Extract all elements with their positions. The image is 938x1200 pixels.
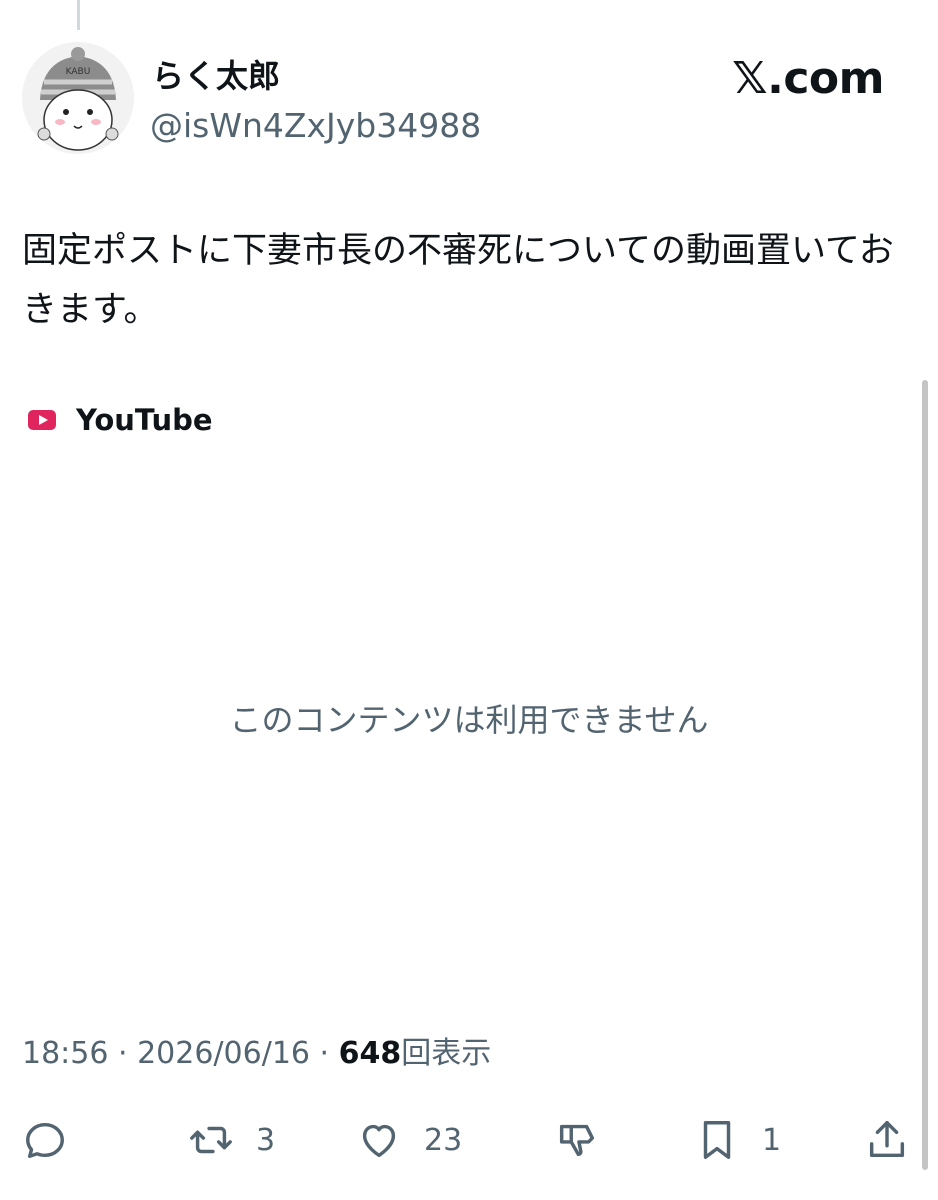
post-time[interactable]: 18:56 (22, 1036, 108, 1071)
reply-icon (26, 1122, 64, 1159)
repost-count: 3 (256, 1122, 276, 1158)
author-handle[interactable]: @isWn4ZxJyb34988 (150, 106, 481, 146)
reply-button[interactable] (22, 1112, 68, 1168)
post-date[interactable]: 2026/06/16 (137, 1036, 310, 1071)
downvote-icon (559, 1124, 595, 1157)
meta-separator: · (310, 1036, 339, 1071)
svg-text:KABU: KABU (66, 67, 91, 77)
post-body-text: 固定ポストに下妻市長の不審死についての動画置いておきます。 (22, 231, 894, 330)
share-icon (869, 1121, 905, 1158)
thread-connector-line (77, 0, 80, 30)
bookmark-icon (703, 1121, 731, 1159)
like-count: 23 (424, 1122, 463, 1158)
repost-button[interactable]: 3 (188, 1112, 275, 1168)
action-bar: 3 23 1 (22, 1112, 912, 1168)
views-label: 回表示 (401, 1036, 492, 1071)
like-button[interactable]: 23 (356, 1112, 462, 1168)
link-preview-card[interactable] (0, 380, 938, 1000)
scrollbar[interactable] (922, 380, 928, 1170)
youtube-icon (28, 410, 56, 430)
share-button[interactable] (864, 1112, 910, 1168)
x-logo-brand: 𝕏.com (732, 53, 884, 104)
heart-icon (362, 1124, 396, 1158)
bookmark-button[interactable]: 1 (694, 1112, 781, 1168)
downvote-button[interactable] (554, 1112, 600, 1168)
bookmark-count: 1 (762, 1122, 782, 1158)
content-unavailable-message: このコンテンツは利用できません (229, 701, 709, 739)
avatar[interactable]: KABU (22, 42, 134, 154)
card-source-label: YouTube (76, 403, 213, 437)
repost-icon (190, 1126, 232, 1154)
meta-separator: · (108, 1036, 138, 1071)
views-count: 648 (338, 1036, 402, 1071)
post-meta: 18:56 · 2026/06/16 · 648回表示 (22, 1034, 491, 1074)
card-source-row: YouTube (28, 400, 213, 440)
avatar-character-icon: KABU (22, 42, 134, 154)
author-display-name[interactable]: らく太郎 (152, 56, 280, 96)
